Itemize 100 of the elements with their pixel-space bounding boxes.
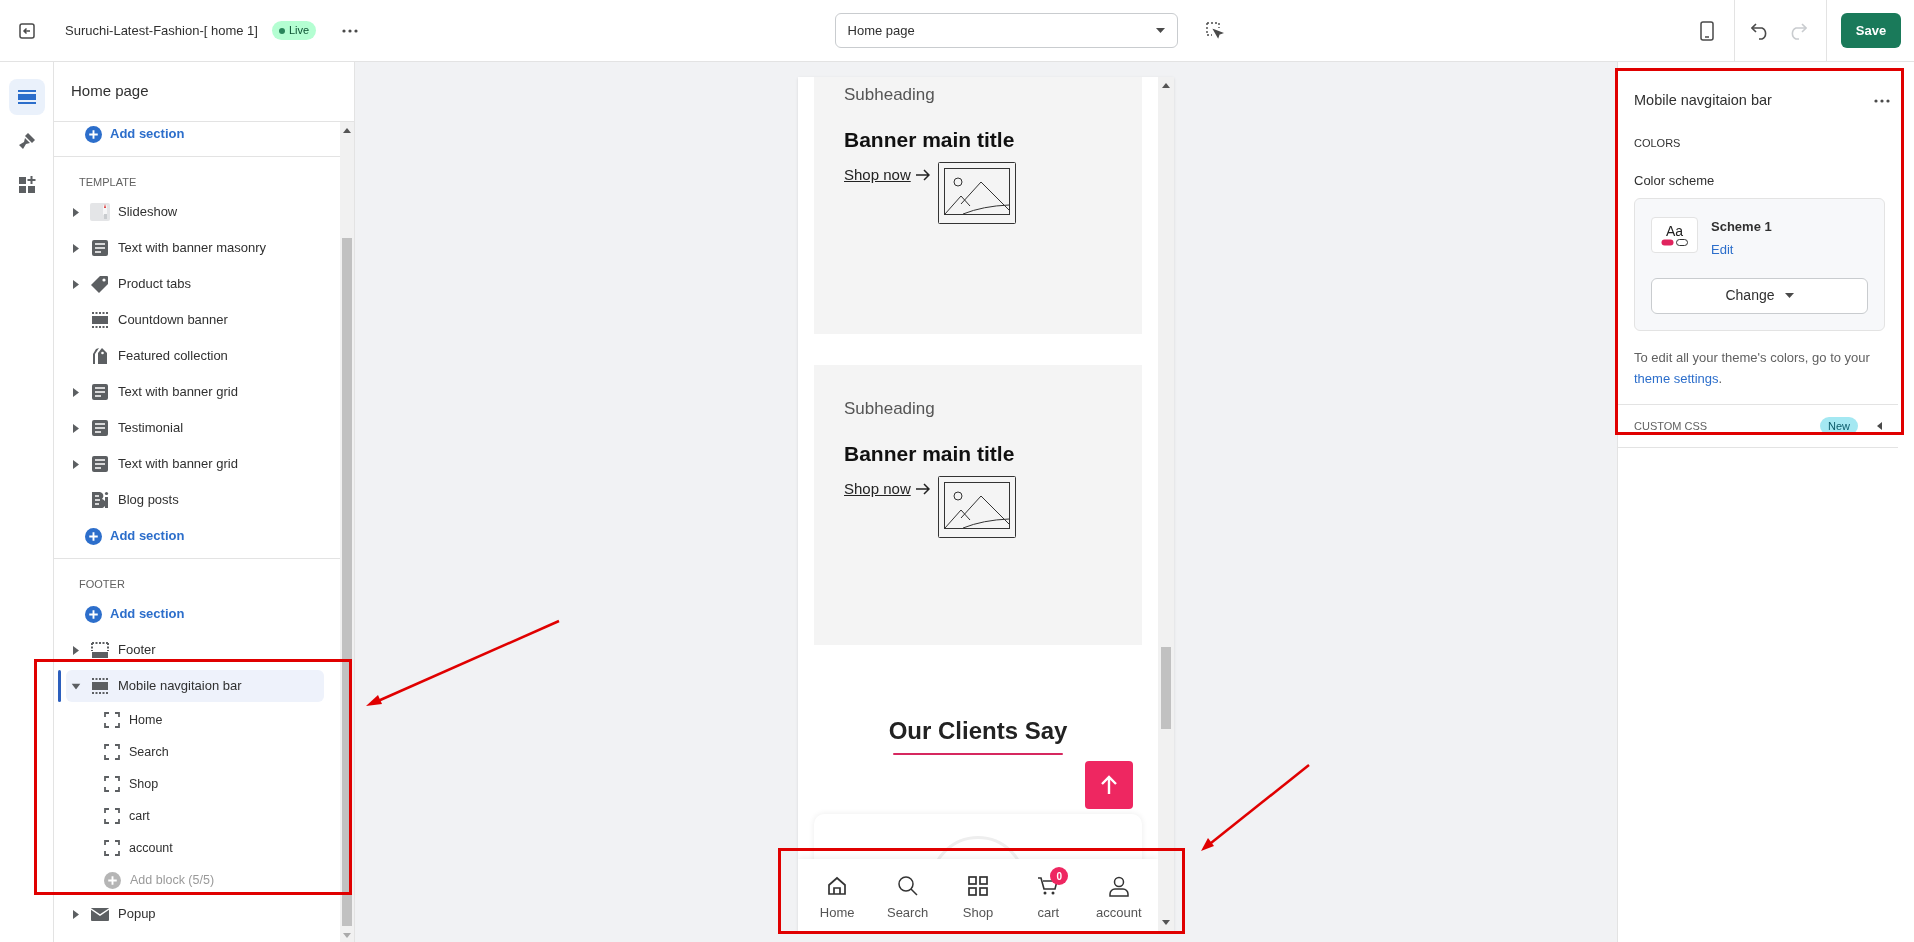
caret-icon [1784,293,1794,299]
add-icon [104,871,121,889]
caret-icon[interactable] [73,243,79,253]
section-item[interactable]: Text with banner grid [66,376,324,408]
block-item[interactable]: Home [54,704,340,736]
scroll-thumb[interactable] [342,238,352,926]
add-icon [85,605,102,623]
text-block-icon [90,418,110,438]
sections-icon [16,87,37,107]
caret-icon[interactable] [73,279,79,289]
caret-icon[interactable] [71,683,81,689]
block-icon [104,712,120,728]
back-to-top-button[interactable] [1085,761,1133,809]
home-icon [826,875,849,898]
image-placeholder-icon [937,162,1016,224]
scroll-up-icon[interactable] [1162,83,1170,88]
section-heading: COLORS [1634,135,1682,151]
add-section-link[interactable]: Add section [54,596,340,632]
change-button[interactable]: Change [1651,277,1868,314]
banner-icon [90,310,110,330]
scheme-swatch-drawing [1661,239,1688,247]
edit-link[interactable]: Edit [1711,240,1772,260]
banner-icon [90,676,110,696]
caret-icon[interactable] [73,459,79,469]
scroll-thumb[interactable] [1161,647,1171,729]
nav-item[interactable]: Home [809,867,866,923]
banner-title: Banner main title [844,127,1016,152]
arrow-up-icon [1100,775,1118,795]
text-block-icon [90,238,110,258]
custom-css-row[interactable]: CUSTOM CSS New [1618,403,1898,448]
section-heading: CUSTOM CSS [1634,418,1709,434]
shop-now-link[interactable]: Shop now [844,164,930,187]
section-item[interactable]: Product tabs [66,268,324,300]
text-block-icon [90,382,110,402]
block-item[interactable]: account [54,832,340,864]
mobile-preview-icon[interactable] [1700,20,1714,41]
scheme-sample-text: Aa [1665,223,1684,240]
search-icon [896,875,919,898]
nav-item[interactable]: account [1090,867,1147,923]
shop-now-link[interactable]: Shop now [844,478,930,501]
section-item[interactable]: Testimonial [66,412,324,444]
user-icon [1107,875,1130,898]
section-item[interactable]: Text with banner masonry [66,232,324,264]
more-icon[interactable] [342,28,359,33]
nav-item[interactable]: Shop [949,867,1006,923]
inspector-icon[interactable] [1205,21,1224,40]
section-item[interactable]: Featured collection [66,340,324,372]
banner-subheading: Subheading [844,84,936,106]
section-item[interactable]: Mobile navgitaion bar [66,670,324,702]
arrow-right-icon [915,169,930,182]
section-item[interactable]: Popup [66,898,324,930]
caret-icon[interactable] [73,909,79,919]
add-icon [85,125,102,143]
caret-icon[interactable] [73,387,79,397]
banner-subheading: Subheading [844,398,936,420]
page-select[interactable]: Home page [834,13,1178,48]
sections-tab[interactable] [8,79,45,115]
blog-icon [90,490,110,510]
grid-icon [966,875,989,898]
sidebar-title: Home page [71,81,149,102]
theme-settings-link[interactable]: theme settings [1634,370,1719,386]
arrow-right-icon [915,483,930,496]
block-item[interactable]: Shop [54,768,340,800]
nav-item[interactable]: 0 cart [1020,867,1077,923]
section-item[interactable]: Blog posts [66,484,324,516]
block-item[interactable]: Search [54,736,340,768]
scheme-name: Scheme 1 [1711,217,1772,236]
caret-icon[interactable] [73,423,79,433]
more-icon[interactable] [1874,98,1890,103]
section-item[interactable]: Countdown banner [66,304,324,336]
add-icon [85,527,102,545]
caret-icon [1155,28,1165,33]
add-section-link[interactable]: Add section [54,518,340,554]
section-item[interactable]: Slideshow [66,196,324,228]
scrollbar[interactable] [1158,77,1174,931]
scrollbar[interactable] [340,122,354,942]
section-item[interactable]: Text with banner grid [66,448,324,480]
theme-name: Suruchi-Latest-Fashion-[ home 1] [65,21,258,40]
add-section-link[interactable]: Add section [54,122,340,152]
banner-title: Banner main title [844,441,1016,466]
scroll-down-icon[interactable] [1162,920,1170,925]
group-heading: TEMPLATE [78,174,138,190]
block-item[interactable]: cart [54,800,340,832]
apps-plus-icon [16,175,37,195]
section-item[interactable]: Footer [66,634,324,666]
footer-icon [90,640,110,660]
panel-title: Mobile navgitaion bar [1634,91,1772,110]
group-heading: FOOTER [78,576,126,592]
block-icon [104,776,120,792]
block-icon [104,840,120,856]
scroll-up-icon[interactable] [343,128,351,133]
save-button[interactable]: Save [1841,13,1901,48]
caret-icon[interactable] [73,645,79,655]
nav-item[interactable]: Search [879,867,936,923]
cart-count-badge: 0 [1050,867,1069,886]
tag-icon [90,274,110,294]
exit-icon[interactable] [18,21,36,40]
block-icon [104,808,120,824]
image-placeholder-icon [937,476,1016,538]
caret-icon[interactable] [73,207,79,217]
